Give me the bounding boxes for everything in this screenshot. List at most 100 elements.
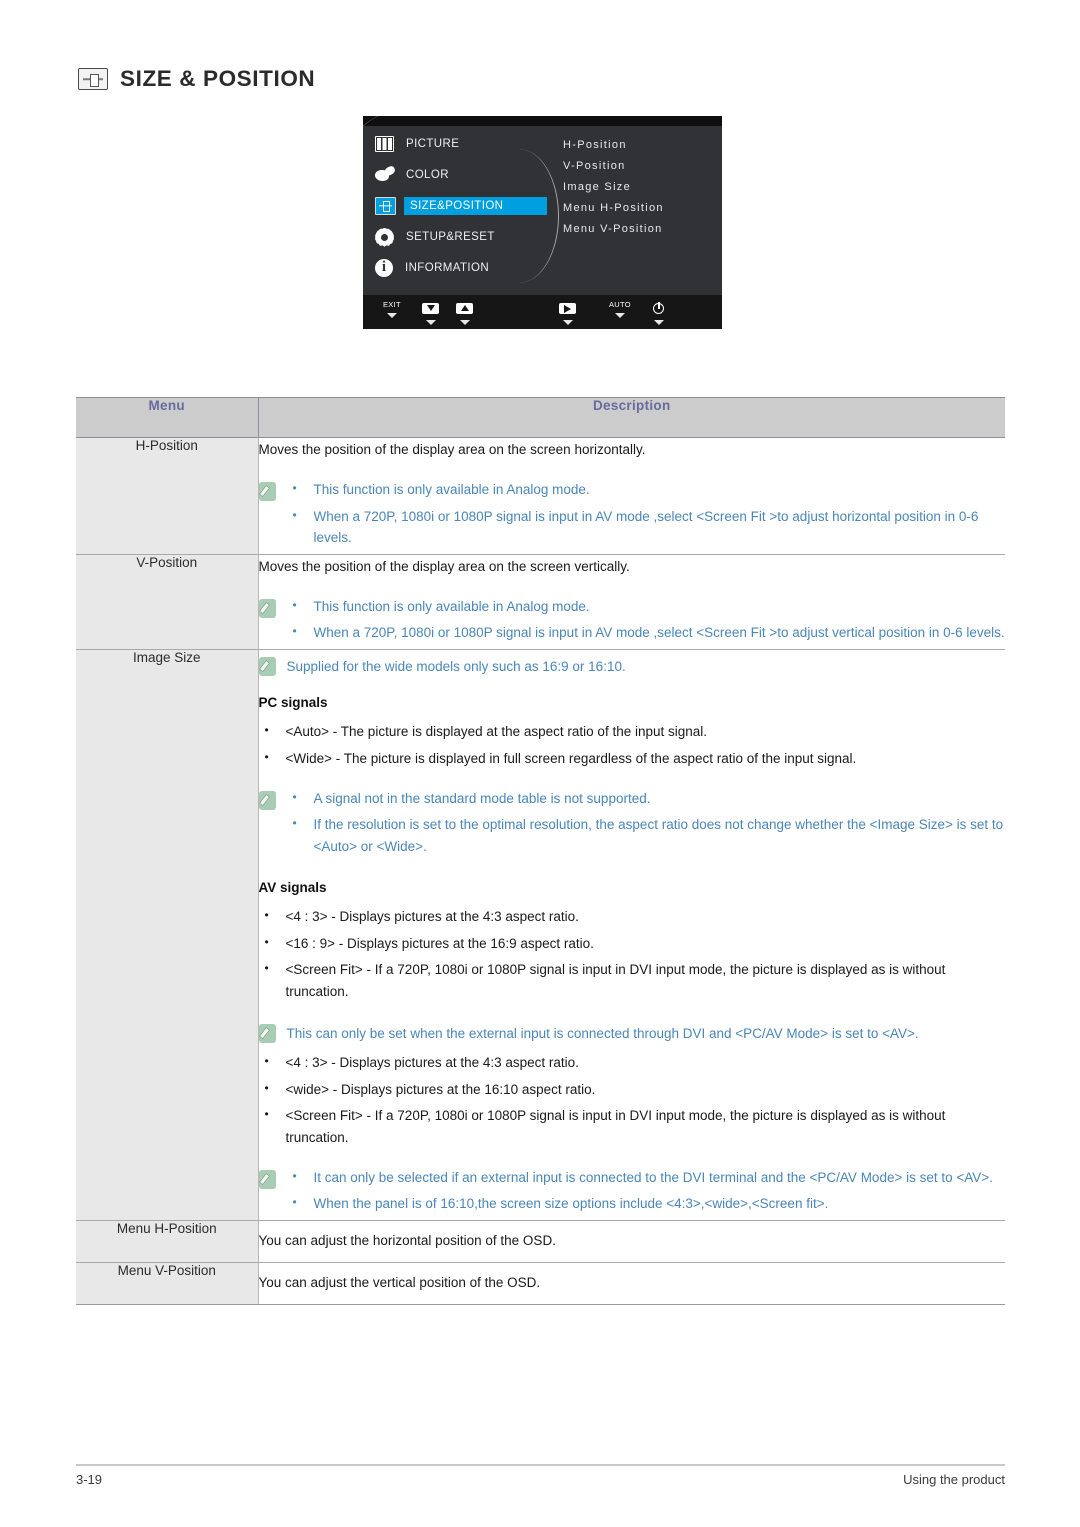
note-pencil-icon <box>258 481 276 501</box>
down-arrow-icon <box>422 303 439 314</box>
osd-up-button[interactable] <box>456 303 473 325</box>
note-pencil-icon <box>258 598 276 618</box>
wide-panel-list: <4 : 3> - Displays pictures at the 4:3 a… <box>259 1051 1006 1148</box>
note-bullet: This function is only available in Analo… <box>287 478 1006 501</box>
pc-signals-heading: PC signals <box>258 695 328 711</box>
osd-power-button[interactable] <box>653 302 664 325</box>
power-icon <box>653 302 664 314</box>
osd-body: PICTURE COLOR SIZE&POSITION SETUP&RESET … <box>363 116 722 329</box>
table-row: Menu H-Position You can adjust the horiz… <box>76 1220 1005 1263</box>
note-pencil-icon <box>258 1023 276 1043</box>
menu-name-cell: Menu V-Position <box>76 1262 259 1305</box>
osd-button-bar: EXIT AUTO <box>363 295 722 329</box>
osd-exit-button[interactable]: EXIT <box>383 300 401 318</box>
osd-down-button[interactable] <box>422 303 439 325</box>
page-footer: 3-19 Using the product <box>76 1472 1005 1487</box>
note-bullet: A signal not in the standard mode table … <box>287 787 1006 810</box>
note-block: Supplied for the wide models only such a… <box>258 654 1006 678</box>
note-bullet: When a 720P, 1080i or 1080P signal is in… <box>287 621 1006 644</box>
exit-label: EXIT <box>383 300 401 309</box>
description-cell: Moves the position of the display area o… <box>258 554 1006 650</box>
list-item: <Screen Fit> - If a 720P, 1080i or 1080P… <box>259 1104 1006 1148</box>
osd-menu-screenshot: PICTURE COLOR SIZE&POSITION SETUP&RESET … <box>363 116 722 329</box>
osd-menu-item-picture[interactable]: PICTURE <box>375 131 550 157</box>
osd-menu-label: SIZE&POSITION <box>404 197 547 215</box>
note-bullet: If the resolution is set to the optimal … <box>287 813 1006 857</box>
info-icon <box>375 258 393 277</box>
list-item: <Wide> - The picture is displayed in ful… <box>259 747 1006 770</box>
note-pencil-icon <box>258 1169 276 1189</box>
osd-submenu-item[interactable]: Menu H-Position <box>563 198 664 219</box>
osd-main-menu-list: PICTURE COLOR SIZE&POSITION SETUP&RESET … <box>375 131 550 286</box>
table-row: Menu V-Position You can adjust the verti… <box>76 1262 1005 1305</box>
description-intro: Moves the position of the display area o… <box>258 558 630 574</box>
page-title-text: SIZE & POSITION <box>120 66 316 91</box>
av-signals-heading: AV signals <box>258 880 327 896</box>
note-block: A signal not in the standard mode table … <box>258 787 1006 863</box>
description-cell: You can adjust the vertical position of … <box>258 1262 1005 1305</box>
auto-label: AUTO <box>609 300 631 309</box>
note-block: This function is only available in Analo… <box>258 595 1006 649</box>
gear-icon <box>375 228 394 247</box>
osd-submenu-item[interactable]: V-Position <box>563 156 664 177</box>
note-bullet: It can only be selected if an external i… <box>287 1166 1006 1189</box>
menu-name-cell: Image Size <box>76 649 259 1221</box>
note-bullet: This function is only available in Analo… <box>287 595 1006 618</box>
footer-section-title: Using the product <box>903 1472 1005 1487</box>
caret-down-icon <box>614 313 625 318</box>
osd-submenu-list: H-Position V-Position Image Size Menu H-… <box>563 135 664 240</box>
osd-menu-label: PICTURE <box>406 138 460 150</box>
osd-menu-label: COLOR <box>406 169 449 181</box>
list-item: <4 : 3> - Displays pictures at the 4:3 a… <box>259 1051 1006 1074</box>
osd-menu-label: SETUP&RESET <box>406 231 495 243</box>
menu-description-table: Menu Description H-Position Moves the po… <box>76 397 1005 1305</box>
menu-name-cell: H-Position <box>76 437 259 555</box>
note-text: Supplied for the wide models only such a… <box>286 658 626 674</box>
caret-down-icon <box>562 320 573 325</box>
description-cell: Moves the position of the display area o… <box>258 437 1006 555</box>
osd-submenu-item[interactable]: Image Size <box>563 177 664 198</box>
color-palette-icon <box>375 167 394 184</box>
note-text: This can only be set when the external i… <box>286 1025 919 1041</box>
list-item: <Screen Fit> - If a 720P, 1080i or 1080P… <box>259 958 1006 1002</box>
osd-menu-item-color[interactable]: COLOR <box>375 162 550 188</box>
caret-down-icon <box>386 313 397 318</box>
list-item: <16 : 9> - Displays pictures at the 16:9… <box>259 932 1006 955</box>
enter-icon <box>559 303 576 314</box>
caret-down-icon <box>459 320 470 325</box>
osd-submenu-item[interactable]: H-Position <box>563 135 664 156</box>
size-position-icon <box>375 197 396 215</box>
list-item: <wide> - Displays pictures at the 16:10 … <box>259 1078 1006 1101</box>
av-signals-list: <4 : 3> - Displays pictures at the 4:3 a… <box>259 905 1006 1002</box>
osd-submenu-item[interactable]: Menu V-Position <box>563 219 664 240</box>
up-arrow-icon <box>456 303 473 314</box>
osd-menu-item-size-position[interactable]: SIZE&POSITION <box>375 193 550 219</box>
note-block: This function is only available in Analo… <box>258 478 1006 554</box>
footer-divider <box>76 1464 1005 1466</box>
note-pencil-icon <box>258 790 276 810</box>
menu-name-cell: V-Position <box>76 554 259 650</box>
description-cell: Supplied for the wide models only such a… <box>258 649 1006 1221</box>
osd-menu-label: INFORMATION <box>405 262 490 274</box>
footer-page-number: 3-19 <box>76 1472 103 1487</box>
note-pencil-icon <box>258 656 276 676</box>
osd-menu-item-setup-reset[interactable]: SETUP&RESET <box>375 224 550 250</box>
list-item: <Auto> - The picture is displayed at the… <box>259 720 1006 743</box>
osd-auto-button[interactable]: AUTO <box>609 300 631 318</box>
table-row: H-Position Moves the position of the dis… <box>76 437 1006 555</box>
menu-name-cell: Menu H-Position <box>76 1220 259 1263</box>
description-cell: You can adjust the horizontal position o… <box>258 1220 1005 1263</box>
osd-menu-item-information[interactable]: INFORMATION <box>375 255 550 281</box>
page-title: SIZE & POSITION <box>78 66 315 92</box>
column-header-menu: Menu <box>76 397 259 438</box>
table-row: Image Size Supplied for the wide models … <box>76 649 1006 1221</box>
note-bullet: When the panel is of 16:10,the screen si… <box>287 1192 1006 1215</box>
note-block: It can only be selected if an external i… <box>258 1166 1006 1220</box>
table-row: V-Position Moves the position of the dis… <box>76 554 1006 650</box>
table-header-row: Menu Description <box>76 397 1005 438</box>
note-block: This can only be set when the external i… <box>258 1021 1006 1045</box>
column-header-description: Description <box>258 397 1005 438</box>
caret-down-icon <box>425 320 436 325</box>
osd-enter-button[interactable] <box>559 303 576 325</box>
pc-signals-list: <Auto> - The picture is displayed at the… <box>259 720 1006 770</box>
